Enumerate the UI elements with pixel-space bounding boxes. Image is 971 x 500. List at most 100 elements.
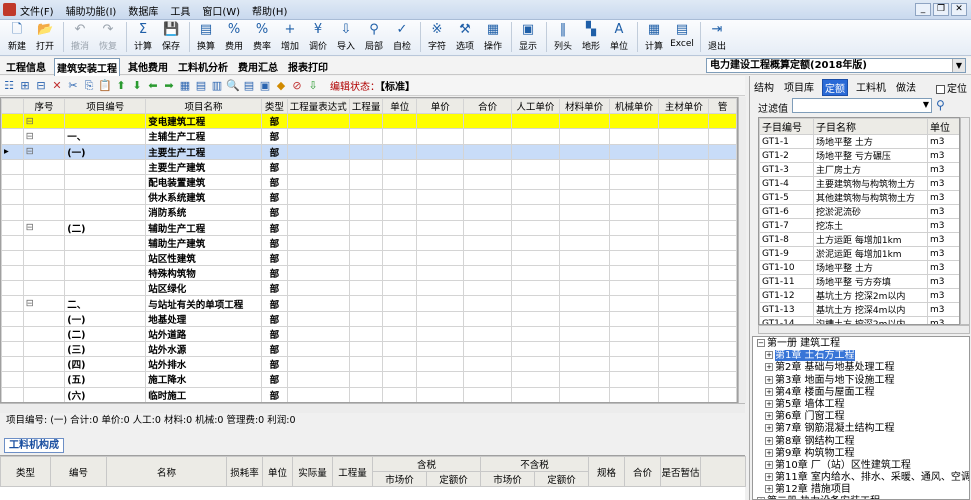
data-cell[interactable] xyxy=(708,219,737,236)
data-cell[interactable] xyxy=(416,356,465,373)
data-cell[interactable] xyxy=(416,189,465,206)
clear-icon[interactable]: ⊘ xyxy=(290,79,304,93)
data-cell[interactable] xyxy=(382,280,418,297)
list-item[interactable]: GT1-6 挖淤泥流砂 m3 xyxy=(759,204,959,219)
data-cell[interactable] xyxy=(286,249,350,267)
list-item[interactable]: GT1-14 沟槽土方 挖深2m以内 m3 xyxy=(759,316,959,324)
tree-expand-icon[interactable]: + xyxy=(765,460,773,469)
norm-selector[interactable]: 电力建设工程概算定额(2018年版) ▼ xyxy=(706,58,966,73)
toolbar-button[interactable]: ▚ 地形 xyxy=(578,20,604,54)
data-cell[interactable] xyxy=(348,386,384,402)
column-header[interactable]: 单位 xyxy=(382,98,418,115)
data-cell[interactable] xyxy=(382,158,418,175)
data-cell[interactable] xyxy=(510,295,560,312)
quota-column-header[interactable]: 子目名称 xyxy=(813,118,928,135)
data-cell[interactable] xyxy=(286,158,350,175)
seq-label-cell[interactable]: (二) xyxy=(64,219,147,236)
quota-cell[interactable]: 场地平整 土方 xyxy=(813,134,928,149)
menu-item[interactable]: 窗口(W) xyxy=(202,3,240,18)
quota-cell[interactable]: 其他建筑物与构筑物土方 xyxy=(813,190,928,205)
cut-icon[interactable]: ✂ xyxy=(66,79,80,93)
data-cell[interactable] xyxy=(510,204,560,221)
data-cell[interactable] xyxy=(608,356,660,373)
name-cell[interactable]: 主辅生产工程 xyxy=(145,128,262,145)
insert-child-icon[interactable]: ⊟ xyxy=(34,79,48,93)
funnel-icon[interactable]: ⚲ xyxy=(936,98,945,112)
list-item[interactable]: GT1-3 主厂房土方 m3 xyxy=(759,162,959,177)
type-cell[interactable]: 部 xyxy=(260,280,288,297)
row-indicator[interactable] xyxy=(1,219,24,236)
data-cell[interactable] xyxy=(416,371,465,388)
quota-column-header[interactable]: 子目编号 xyxy=(759,118,814,135)
data-cell[interactable] xyxy=(382,189,418,206)
seq-label-cell[interactable]: (三) xyxy=(64,340,147,358)
row-indicator[interactable] xyxy=(1,356,24,373)
toolbar-button[interactable]: 💾 保存 xyxy=(158,20,184,54)
table-row[interactable]: ⊟ 变电建筑工程部 xyxy=(1,113,737,130)
quota-cell[interactable]: GT1-7 xyxy=(759,218,814,233)
tree-item[interactable]: + 第10章 厂（站）区性建筑工程 xyxy=(753,460,969,472)
seq-label-cell[interactable]: (六) xyxy=(64,386,147,402)
data-cell[interactable] xyxy=(558,310,610,327)
toolbar-button[interactable]: % 费率 xyxy=(249,20,275,54)
row-indicator[interactable] xyxy=(1,128,24,145)
data-cell[interactable] xyxy=(558,128,610,145)
quota-cell[interactable]: 基坑土方 挖深2m以内 xyxy=(813,288,928,303)
toolbar-button[interactable]: ※ 字符 xyxy=(424,20,450,54)
name-cell[interactable]: 站区性建筑 xyxy=(145,249,262,267)
list-item[interactable]: GT1-9 淤泥运距 每增加1km m3 xyxy=(759,246,959,261)
data-cell[interactable] xyxy=(510,310,560,327)
data-cell[interactable] xyxy=(658,356,710,373)
data-cell[interactable] xyxy=(708,356,737,373)
type-cell[interactable]: 部 xyxy=(260,325,288,343)
data-cell[interactable] xyxy=(286,234,350,251)
tree-item[interactable]: + 第5章 墙体工程 xyxy=(753,399,969,411)
quota-cell[interactable]: GT1-3 xyxy=(759,162,814,177)
quota-cell[interactable]: GT1-11 xyxy=(759,274,814,289)
data-cell[interactable] xyxy=(286,189,350,206)
data-cell[interactable] xyxy=(510,113,560,130)
data-cell[interactable] xyxy=(382,310,418,327)
type-cell[interactable]: 部 xyxy=(260,371,288,388)
chevron-down-icon[interactable]: ▼ xyxy=(923,100,929,109)
seq-label-cell[interactable]: (二) xyxy=(64,325,147,343)
data-cell[interactable] xyxy=(658,386,710,402)
data-cell[interactable] xyxy=(463,371,512,388)
data-cell[interactable] xyxy=(510,189,560,206)
material-column-header[interactable]: 不含税 xyxy=(480,456,590,472)
tree-item[interactable]: + 第3章 地面与地下设施工程 xyxy=(753,375,969,387)
seq-label-cell[interactable] xyxy=(64,189,147,206)
type-cell[interactable]: 部 xyxy=(260,128,288,145)
type-cell[interactable]: 部 xyxy=(260,173,288,191)
data-cell[interactable] xyxy=(510,158,560,175)
toolbar-button[interactable]: ▦ 计算 xyxy=(641,20,667,54)
table-row[interactable]: (四) 站外排水部 xyxy=(1,356,737,373)
tree-item[interactable]: + 第4章 楼面与屋面工程 xyxy=(753,387,969,399)
name-cell[interactable]: 变电建筑工程 xyxy=(145,113,262,130)
seq-label-cell[interactable] xyxy=(64,113,147,130)
quota-cell[interactable]: 场地平整 亏方碾压 xyxy=(813,148,928,163)
data-cell[interactable] xyxy=(510,325,560,343)
name-cell[interactable]: 主要生产建筑 xyxy=(145,158,262,175)
data-cell[interactable] xyxy=(382,219,418,236)
data-cell[interactable] xyxy=(558,219,610,236)
chevron-down-icon[interactable]: ▼ xyxy=(952,59,965,72)
quota-cell[interactable]: GT1-9 xyxy=(759,246,814,261)
tree-toggle-icon[interactable]: ⊟ xyxy=(26,146,34,157)
toolbar-button[interactable]: ↷ 恢复 xyxy=(95,20,121,54)
data-cell[interactable] xyxy=(348,143,384,160)
data-cell[interactable] xyxy=(708,371,737,388)
column-header[interactable]: 主材单价 xyxy=(658,98,710,115)
quota-column-header[interactable]: 单位 xyxy=(927,118,959,135)
data-cell[interactable] xyxy=(286,173,350,191)
material-subcolumn-header[interactable]: 市场价 xyxy=(480,471,536,487)
data-cell[interactable] xyxy=(463,280,512,297)
toolbar-button[interactable]: ⇩ 导入 xyxy=(333,20,359,54)
quota-cell[interactable]: 淤泥运距 每增加1km xyxy=(813,246,928,261)
list-item[interactable]: GT1-12 基坑土方 挖深2m以内 m3 xyxy=(759,288,959,303)
tree-item[interactable]: + 第2章 基础与地基处理工程 xyxy=(753,362,969,374)
data-cell[interactable] xyxy=(463,189,512,206)
quota-cell[interactable]: GT1-6 xyxy=(759,204,814,219)
table-row[interactable]: 辅助生产建筑部 xyxy=(1,234,737,251)
row-indicator[interactable] xyxy=(1,325,24,343)
